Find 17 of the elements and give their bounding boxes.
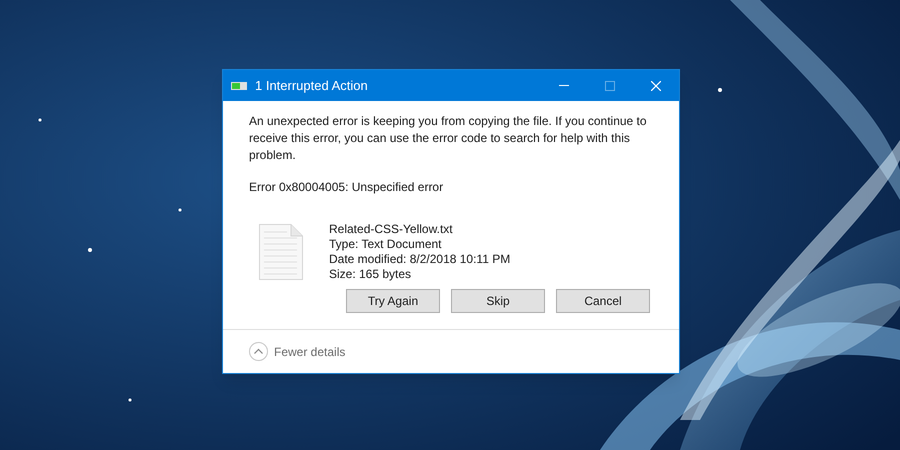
error-code: Error 0x80004005: Unspecified error [249,179,444,196]
copy-progress-icon [231,80,247,90]
dialog-button[interactable]: Skip [451,289,545,313]
close-icon [651,80,661,90]
file-size: Size: 165 bytes [329,267,412,282]
minimize-icon [559,85,569,86]
file-name: Related-CSS-Yellow.txt [329,222,454,237]
dialog-button[interactable]: Cancel [556,289,650,313]
text-file-icon [259,224,303,280]
maximize-icon [605,80,615,90]
file-type: Type: Text Document [329,237,442,252]
window-title: 1 Interrupted Action [255,76,368,95]
dialog-button[interactable]: Try Again [346,289,440,313]
details-toggle[interactable]: Fewer details [249,342,346,361]
chevron-up-icon [249,342,268,361]
file-date-modified: Date modified: 8/2/2018 10:11 PM [329,252,510,267]
error-message: An unexpected error is keeping you from copying the file. If you continue to receive this error, you can use the error code to search for help with this problem. [249,113,648,164]
